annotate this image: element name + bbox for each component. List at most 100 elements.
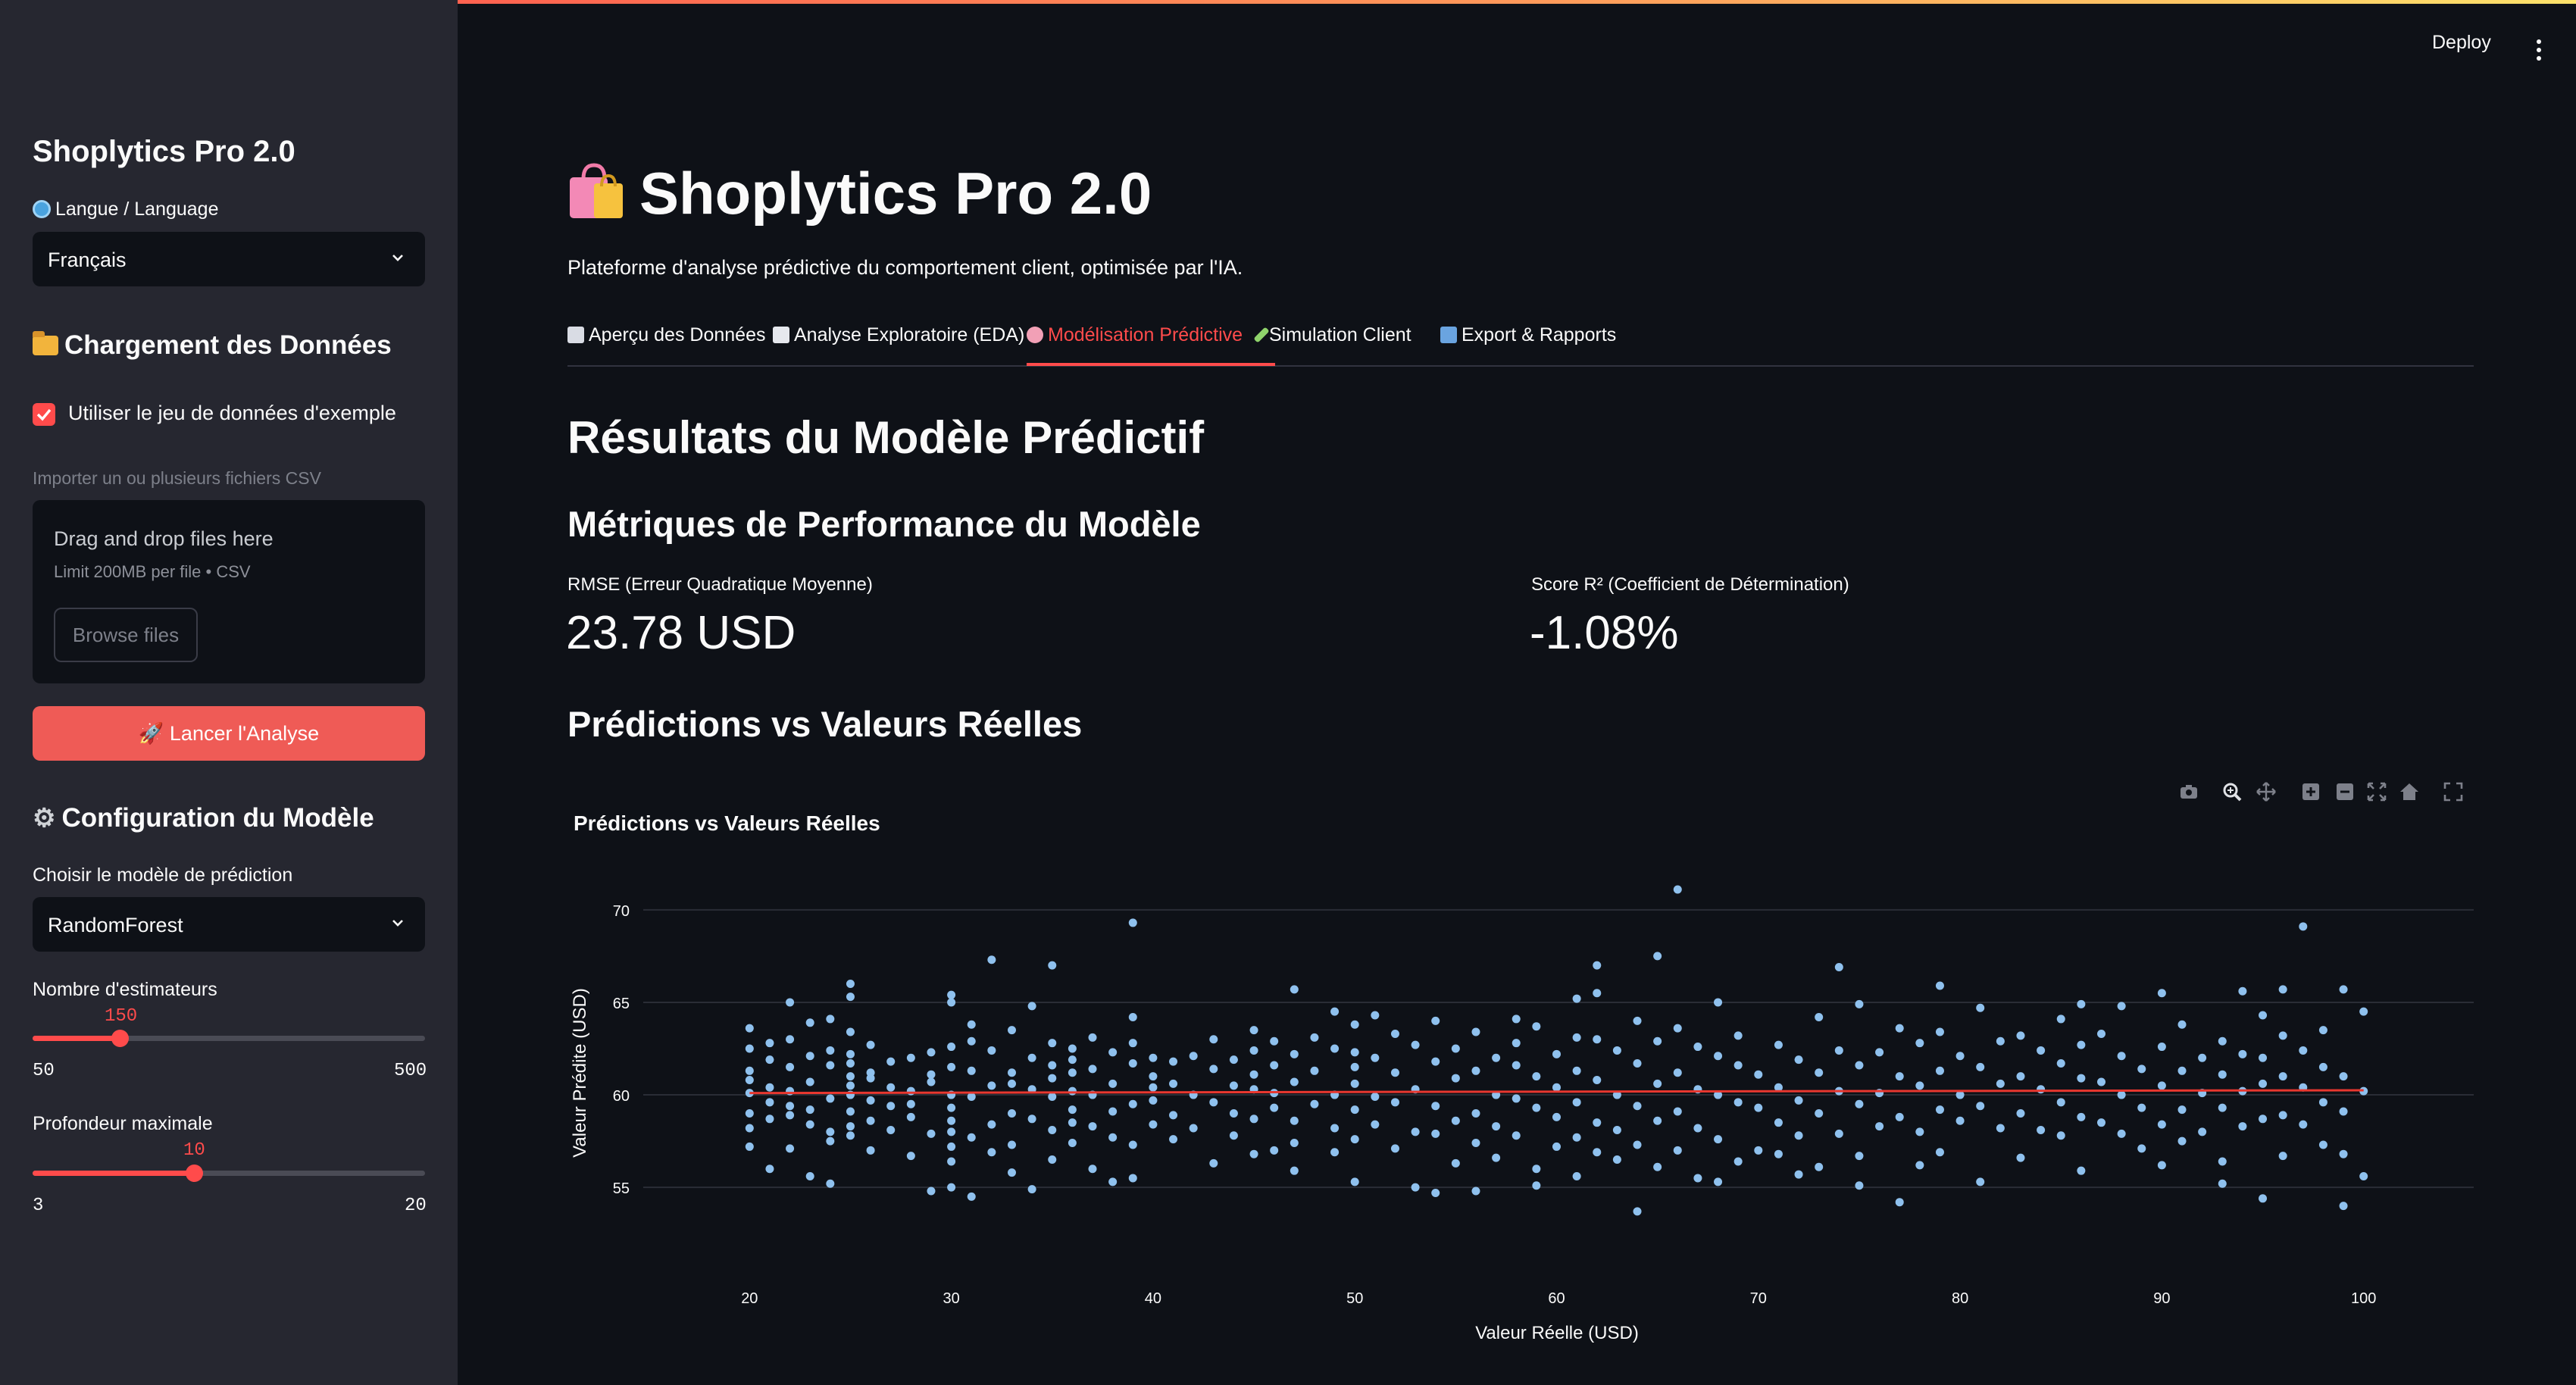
scatter-point bbox=[1249, 1026, 1258, 1035]
language-select[interactable]: Français bbox=[33, 232, 425, 286]
scatter-point bbox=[1673, 885, 1682, 894]
active-tab-indicator bbox=[1027, 363, 1275, 366]
scatter-point bbox=[2097, 1029, 2106, 1038]
scatter-point bbox=[1149, 1053, 1158, 1062]
scatter-point bbox=[765, 1039, 774, 1048]
scatter-point bbox=[1653, 952, 1662, 961]
scatter-point bbox=[886, 1057, 896, 1066]
scatter-point bbox=[2056, 1059, 2065, 1068]
scatter-point bbox=[1855, 1152, 1864, 1161]
use-example-label[interactable]: Utiliser le jeu de données d'exemple bbox=[68, 402, 396, 425]
estimators-slider-fill bbox=[33, 1036, 120, 1041]
tab-predictive-modeling[interactable]: Modélisation Prédictive bbox=[1027, 324, 1243, 346]
scatter-point bbox=[2259, 1115, 2268, 1124]
depth-slider-fill bbox=[33, 1171, 194, 1176]
scatter-point bbox=[1593, 1035, 1602, 1044]
scatter-point bbox=[2278, 985, 2287, 994]
outbox-tray-icon bbox=[1440, 327, 1457, 343]
scatter-point bbox=[1673, 1146, 1682, 1155]
scatter-point bbox=[1149, 1096, 1158, 1105]
model-select[interactable]: RandomForest bbox=[33, 897, 425, 952]
scatter-point bbox=[1633, 1102, 1642, 1111]
depth-label: Profondeur maximale bbox=[33, 1113, 213, 1134]
x-tick-label: 50 bbox=[1346, 1290, 1363, 1307]
scatter-point bbox=[1552, 1083, 1561, 1092]
scatter-point bbox=[846, 1049, 855, 1058]
estimators-slider[interactable] bbox=[33, 1030, 425, 1047]
scatter-point bbox=[886, 1102, 896, 1111]
scatter-point bbox=[967, 1020, 976, 1029]
scatter-point bbox=[1855, 1099, 1864, 1108]
scatter-point bbox=[1128, 1174, 1137, 1183]
scatter-point bbox=[1027, 1002, 1036, 1011]
scatter-point bbox=[2097, 1118, 2106, 1127]
scatter-point bbox=[1431, 1102, 1440, 1111]
scatter-point bbox=[2056, 1015, 2065, 1024]
scatter-point bbox=[1290, 985, 1299, 994]
scatter-point bbox=[2177, 1136, 2187, 1146]
scatter-point bbox=[987, 1081, 996, 1090]
scatter-point bbox=[1189, 1124, 1198, 1133]
scatter-point bbox=[886, 1125, 896, 1134]
tab-data-overview[interactable]: Aperçu des Données bbox=[567, 324, 765, 346]
scatter-point bbox=[1431, 1016, 1440, 1025]
main-menu-kebab-icon[interactable] bbox=[2537, 39, 2543, 61]
file-uploader-dropzone[interactable]: Drag and drop files here Limit 200MB per… bbox=[33, 500, 425, 683]
deploy-button[interactable]: Deploy bbox=[2432, 32, 2491, 54]
scatter-point bbox=[1431, 1057, 1440, 1066]
depth-max: 20 bbox=[405, 1196, 427, 1216]
scatter-point bbox=[1048, 1061, 1057, 1070]
scatter-point bbox=[846, 1122, 855, 1131]
scatter-point bbox=[2077, 1074, 2086, 1083]
scatter-point bbox=[1008, 1026, 1016, 1035]
scatter-point bbox=[1048, 1155, 1057, 1165]
scatter-point bbox=[2198, 1053, 2207, 1062]
scatter-point bbox=[1048, 1039, 1057, 1048]
scatter-point bbox=[947, 1103, 956, 1112]
launch-analysis-button[interactable]: 🚀 Lancer l'Analyse bbox=[33, 706, 425, 761]
scatter-point bbox=[1593, 989, 1602, 998]
depth-slider-thumb[interactable] bbox=[186, 1165, 203, 1182]
scatter-point bbox=[1108, 1048, 1118, 1057]
scatter-point bbox=[1855, 1061, 1864, 1070]
scatter-point bbox=[1471, 1139, 1480, 1148]
predictions-scatter-chart[interactable]: Prédictions vs Valeurs Réelles 55606570 … bbox=[567, 773, 2474, 1364]
scatter-point bbox=[826, 1179, 835, 1188]
scatter-point bbox=[1612, 1125, 1621, 1134]
scatter-point bbox=[1330, 1007, 1340, 1016]
scatter-point bbox=[1451, 1116, 1460, 1125]
scatter-point bbox=[1492, 1153, 1501, 1162]
scatter-point bbox=[866, 1040, 875, 1049]
scatter-point bbox=[2238, 986, 2247, 996]
scatter-point bbox=[1411, 1127, 1420, 1136]
scatter-point bbox=[1068, 1105, 1077, 1115]
tab-export-reports[interactable]: Export & Rapports bbox=[1440, 324, 1616, 346]
r2-value: -1.08% bbox=[1530, 607, 1679, 659]
scatter-point bbox=[987, 1120, 996, 1129]
scatter-point bbox=[927, 1129, 936, 1138]
use-example-checkbox[interactable] bbox=[33, 403, 55, 426]
scatter-point bbox=[1270, 1146, 1279, 1155]
scatter-point bbox=[1976, 1062, 1985, 1071]
tab-eda[interactable]: Analyse Exploratoire (EDA) bbox=[773, 324, 1024, 346]
scatter-point bbox=[1471, 1027, 1480, 1036]
scatter-point bbox=[745, 1142, 754, 1151]
scatter-point bbox=[1068, 1055, 1077, 1065]
scatter-point bbox=[1733, 1061, 1743, 1070]
scatter-point bbox=[1754, 1070, 1763, 1079]
scatter-point bbox=[1572, 994, 1581, 1003]
tab-client-simulation[interactable]: Simulation Client bbox=[1253, 324, 1411, 346]
scatter-point bbox=[1008, 1108, 1016, 1118]
scatter-point bbox=[1128, 1140, 1137, 1149]
scatter-point bbox=[2037, 1125, 2046, 1134]
scatter-point bbox=[1714, 1177, 1723, 1186]
language-label: Langue / Language bbox=[55, 199, 219, 220]
scatter-point bbox=[1855, 1181, 1864, 1190]
depth-slider[interactable] bbox=[33, 1165, 425, 1182]
estimators-slider-thumb[interactable] bbox=[111, 1030, 129, 1047]
browse-files-button[interactable]: Browse files bbox=[54, 608, 198, 662]
scatter-point bbox=[1290, 1116, 1299, 1125]
scatter-point bbox=[1189, 1052, 1198, 1061]
scatter-point bbox=[1895, 1198, 1904, 1207]
data-section-heading: Chargement des Données bbox=[33, 330, 392, 361]
